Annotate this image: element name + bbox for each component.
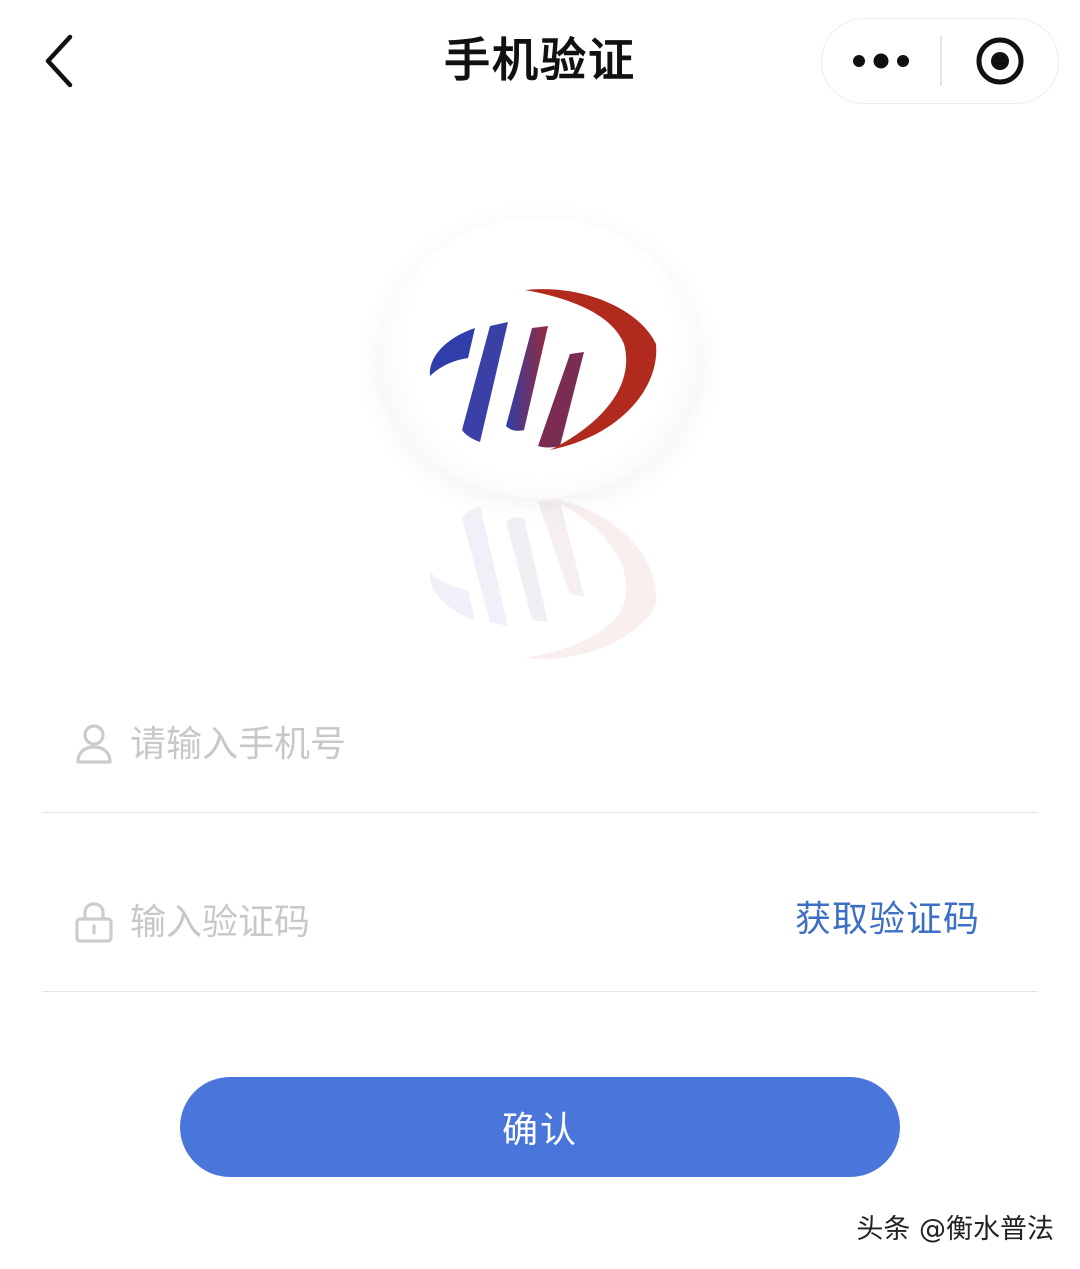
close-button[interactable] [942,19,1058,103]
more-dots-icon [853,53,909,69]
more-button[interactable] [822,19,940,103]
user-icon [76,724,112,764]
phone-row [42,690,1038,813]
mini-program-capsule [821,18,1059,104]
logo-reflection [429,498,657,659]
phone-verification-page: 手机验证 请输入手机号 输入验证码 获取验证码 确认 头条 @衡水普法 [0,0,1080,1269]
code-row: 获取验证码 [42,870,1038,992]
get-code-button[interactable]: 获取验证码 [795,890,980,950]
confirm-button[interactable]: 确认 [180,1077,900,1177]
lock-icon [75,902,113,943]
watermark: 头条 @衡水普法 [856,1214,1054,1245]
phone-input[interactable] [130,714,730,774]
target-close-icon [976,37,1024,85]
app-logo [429,289,657,450]
code-input[interactable] [130,892,690,952]
